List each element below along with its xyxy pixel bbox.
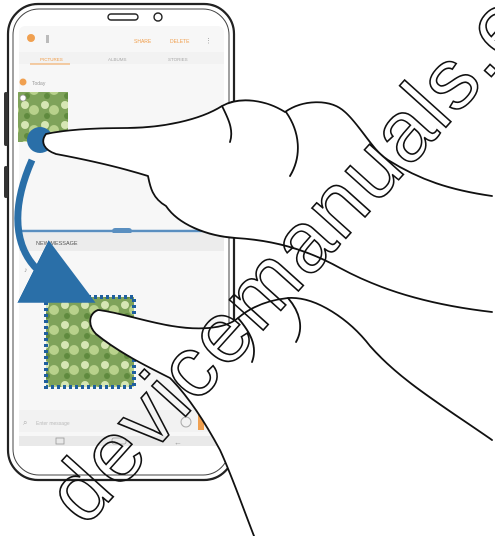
more-options-icon[interactable]: ⋮ <box>205 38 212 45</box>
bixby-button[interactable] <box>4 166 8 198</box>
speaker-grille <box>107 13 139 21</box>
front-camera <box>153 12 163 22</box>
recipient-icon[interactable]: ♪ <box>24 267 28 274</box>
status-indicator <box>46 35 49 43</box>
paperclip-icon[interactable]: ⌕ <box>23 418 27 427</box>
multi-window-illustration: SHARE DELETE ⋮ PICTURES ALBUMS STORIES T… <box>4 0 495 536</box>
select-all-icon[interactable] <box>19 78 27 86</box>
share-button[interactable]: SHARE <box>134 39 152 45</box>
message-header-title: NEW MESSAGE <box>36 241 78 247</box>
navigation-bar <box>19 436 224 446</box>
tab-pictures[interactable]: PICTURES <box>40 57 63 62</box>
back-arrow-icon[interactable]: ← <box>174 438 182 447</box>
date-label: Today <box>32 81 46 87</box>
tab-albums[interactable]: ALBUMS <box>108 57 127 62</box>
tab-stories[interactable]: STORIES <box>168 57 188 62</box>
delete-button[interactable]: DELETE <box>170 39 190 45</box>
app-badge-icon <box>27 34 35 42</box>
message-input[interactable]: Enter message <box>36 421 70 427</box>
volume-button[interactable] <box>4 92 8 146</box>
check-icon[interactable] <box>19 94 27 102</box>
